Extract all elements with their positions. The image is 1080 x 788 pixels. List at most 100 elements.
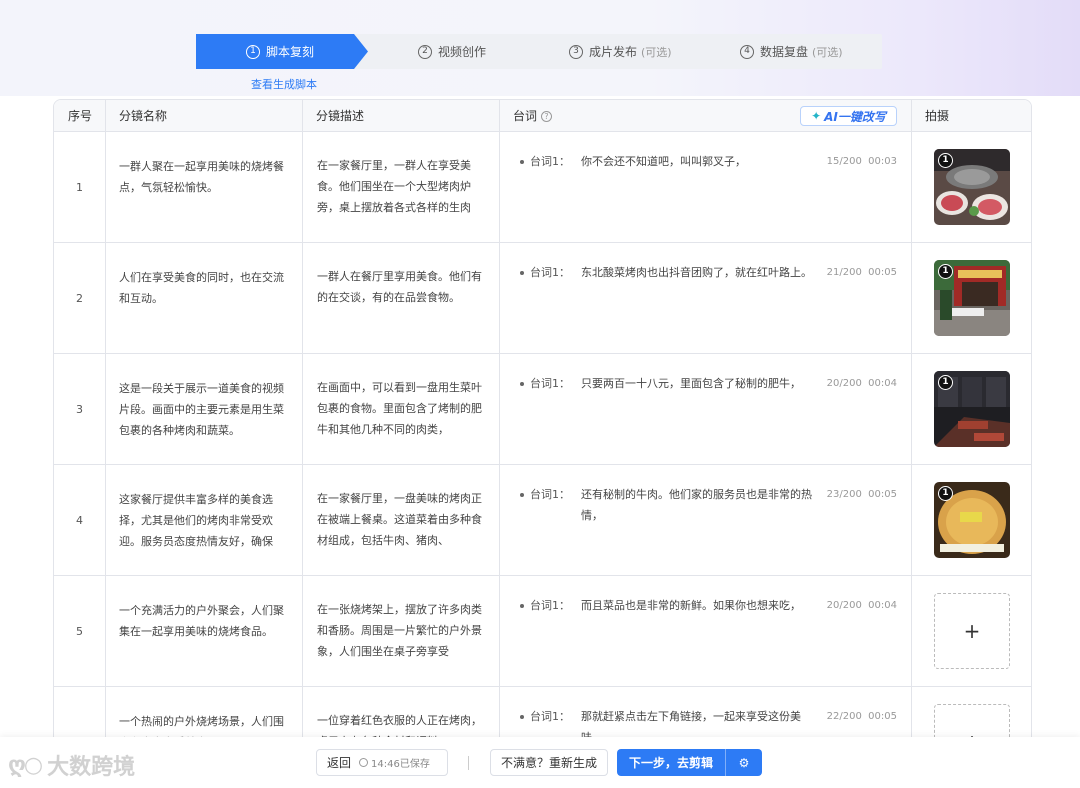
- shot-desc[interactable]: 在一张烧烤架上，摆放了许多肉类和香肠。周围是一片繁忙的户外景象，人们围坐在桌子旁…: [303, 576, 500, 686]
- line-text[interactable]: 而且菜品也是非常的新鲜。如果你也想来吃，: [581, 595, 821, 616]
- step-label: 数据复盘: [760, 45, 809, 59]
- line-cell[interactable]: 台词1： 你不会还不知道吧，叫叫郭叉子， 15/200 00:03: [500, 132, 912, 242]
- line-meta: 21/200 00:05: [827, 262, 897, 283]
- line-label: 台词1：: [530, 377, 570, 390]
- shot-thumbnail[interactable]: 1: [934, 149, 1010, 225]
- line-text[interactable]: 只要两百一十八元，里面包含了秘制的肥牛，: [581, 373, 821, 394]
- header-shot-name: 分镜名称: [106, 100, 303, 132]
- line-text[interactable]: 还有秘制的牛肉。他们家的服务员也是非常的热情，: [581, 484, 821, 526]
- line-label: 台词1：: [530, 710, 570, 723]
- line-cell[interactable]: 台词1： 还有秘制的牛肉。他们家的服务员也是非常的热情， 23/200 00:0…: [500, 465, 912, 575]
- shot-desc-text: 一群人在餐厅里享用美食。他们有的在交谈，有的在品尝食物。: [317, 270, 482, 304]
- line-label: 台词1：: [530, 488, 570, 501]
- step-optional: (可选): [641, 45, 672, 59]
- shot-thumbnail[interactable]: 1: [934, 260, 1010, 336]
- shot-desc[interactable]: 在一家餐厅里，一群人在享受美食。他们围坐在一个大型烤肉炉旁，桌上摆放着各式各样的…: [303, 132, 500, 242]
- step-publish[interactable]: 3 成片发布 (可选): [569, 34, 672, 69]
- bullet-dot: [520, 271, 524, 275]
- step-number: 3: [569, 44, 583, 59]
- step-video-create[interactable]: 2 视频创作: [418, 34, 486, 69]
- line-meta: 22/200 00:05: [827, 706, 897, 727]
- shot-desc[interactable]: 在画面中，可以看到一盘用生菜叶包裹的食物。里面包含了烤制的肥牛和其他几种不同的肉…: [303, 354, 500, 464]
- back-button[interactable]: 返回 14:46已保存: [316, 749, 448, 776]
- step-number: 4: [740, 44, 754, 59]
- shot-name[interactable]: 人们在享受美食的同时，也在交流和互动。: [106, 243, 303, 353]
- shoot-cell: +: [912, 576, 1031, 686]
- line-label: 台词1：: [530, 155, 570, 168]
- thumb-badge: 1: [938, 153, 953, 168]
- step-script-copy[interactable]: 1 脚本复刻: [196, 34, 368, 69]
- ai-rewrite-button[interactable]: ✦ AI一键改写: [800, 106, 897, 126]
- thumb-badge: 1: [938, 375, 953, 390]
- line-item: 台词1： 你不会还不知道吧，叫叫郭叉子， 15/200 00:03: [500, 151, 911, 172]
- regenerate-button[interactable]: 不满意？重新生成: [490, 749, 608, 776]
- shoot-cell: 1: [912, 465, 1031, 575]
- header-shoot: 拍摄: [925, 109, 950, 123]
- watermark: ღ○ 大数跨境: [8, 749, 135, 781]
- table-header: 序号 分镜名称 分镜描述 台词? ✦ AI一键改写 拍摄: [54, 100, 1031, 132]
- shot-name[interactable]: 这家餐厅提供丰富多样的美食选择，尤其是他们的烤肉非常受欢迎。服务员态度热情友好，…: [106, 465, 303, 575]
- row-index: 2: [54, 243, 106, 353]
- bullet-dot: [520, 382, 524, 386]
- plus-icon: +: [963, 618, 981, 643]
- step-label: 脚本复刻: [266, 45, 315, 59]
- bullet-dot: [520, 604, 524, 608]
- table-row: 5 一个充满活力的户外聚会，人们聚集在一起享用美味的烧烤食品。 在一张烧烤架上，…: [54, 576, 1031, 687]
- duration: 00:05: [868, 711, 897, 722]
- line-cell[interactable]: 台词1： 而且菜品也是非常的新鲜。如果你也想来吃， 20/200 00:04: [500, 576, 912, 686]
- step-number: 2: [418, 44, 432, 59]
- header-index: 序号: [54, 100, 106, 132]
- help-icon[interactable]: ?: [541, 111, 553, 122]
- line-label: 台词1：: [530, 599, 570, 612]
- line-item: 台词1： 还有秘制的牛肉。他们家的服务员也是非常的热情， 23/200 00:0…: [500, 484, 911, 526]
- shot-desc[interactable]: 在一家餐厅里，一盘美味的烤肉正在被端上餐桌。这道菜着由多种食材组成，包括牛肉、猪…: [303, 465, 500, 575]
- row-index: 5: [54, 576, 106, 686]
- shot-desc[interactable]: 一群人在餐厅里享用美食。他们有的在交谈，有的在品尝食物。: [303, 243, 500, 353]
- add-shot-button[interactable]: +: [934, 593, 1010, 669]
- divider: [468, 756, 469, 770]
- duration: 00:03: [868, 156, 897, 167]
- back-label: 返回: [327, 756, 352, 770]
- step-data-review[interactable]: 4 数据复盘 (可选): [740, 34, 843, 69]
- table-row: 4 这家餐厅提供丰富多样的美食选择，尤其是他们的烤肉非常受欢迎。服务员态度热情友…: [54, 465, 1031, 576]
- save-status: 14:46已保存: [359, 755, 430, 770]
- shot-name[interactable]: 这是一段关于展示一道美食的视频片段。画面中的主要元素是用生菜包裹的各种烤肉和蔬菜…: [106, 354, 303, 464]
- duration: 00:05: [868, 489, 897, 500]
- table-row: 3 这是一段关于展示一道美食的视频片段。画面中的主要元素是用生菜包裹的各种烤肉和…: [54, 354, 1031, 465]
- shot-desc-text: 在一家餐厅里，一群人在享受美食。他们围坐在一个大型烤肉炉旁，桌上摆放着各式各样的…: [317, 159, 471, 214]
- view-script-link[interactable]: 查看生成脚本: [251, 76, 317, 92]
- shot-name-text: 一个充满活力的户外聚会，人们聚集在一起享用美味的烧烤食品。: [119, 604, 284, 638]
- shot-thumbnail[interactable]: 1: [934, 371, 1010, 447]
- clock-icon: [359, 758, 369, 767]
- shot-thumbnail[interactable]: 1: [934, 482, 1010, 558]
- step-number: 1: [246, 44, 260, 59]
- shot-name[interactable]: 一个充满活力的户外聚会，人们聚集在一起享用美味的烧烤食品。: [106, 576, 303, 686]
- saved-text: 14:46已保存: [371, 759, 430, 770]
- line-label: 台词1：: [530, 266, 570, 279]
- row-index: 4: [54, 465, 106, 575]
- shot-name[interactable]: 一群人聚在一起享用美味的烧烤餐点，气氛轻松愉快。: [106, 132, 303, 242]
- char-count: 20/200: [826, 600, 862, 611]
- duration: 00:04: [868, 600, 897, 611]
- bullet-dot: [520, 493, 524, 497]
- shot-name-text: 人们在享受美食的同时，也在交流和互动。: [119, 271, 284, 305]
- ai-sparkle-icon: ✦: [811, 109, 822, 123]
- line-meta: 15/200 00:03: [827, 151, 897, 172]
- line-item: 台词1： 东北酸菜烤肉也出抖音团购了，就在红叶路上。 21/200 00:05: [500, 262, 911, 283]
- line-text[interactable]: 东北酸菜烤肉也出抖音团购了，就在红叶路上。: [581, 262, 821, 283]
- char-count: 15/200: [826, 156, 862, 167]
- gear-icon[interactable]: ⚙: [726, 756, 762, 770]
- line-meta: 20/200 00:04: [827, 595, 897, 616]
- shot-desc-text: 在画面中，可以看到一盘用生菜叶包裹的食物。里面包含了烤制的肥牛和其他几种不同的肉…: [317, 381, 482, 436]
- line-text[interactable]: 你不会还不知道吧，叫叫郭叉子，: [581, 151, 821, 172]
- shot-name-text: 一群人聚在一起享用美味的烧烤餐点，气氛轻松愉快。: [119, 160, 284, 194]
- watermark-logo-icon: ღ○: [8, 752, 43, 778]
- line-cell[interactable]: 台词1： 只要两百一十八元，里面包含了秘制的肥牛， 20/200 00:04: [500, 354, 912, 464]
- line-cell[interactable]: 台词1： 东北酸菜烤肉也出抖音团购了，就在红叶路上。 21/200 00:05: [500, 243, 912, 353]
- line-item: 台词1： 只要两百一十八元，里面包含了秘制的肥牛， 20/200 00:04: [500, 373, 911, 394]
- next-step-button[interactable]: 下一步，去剪辑: [617, 754, 725, 771]
- script-table: 序号 分镜名称 分镜描述 台词? ✦ AI一键改写 拍摄 1 一群人聚在一起享用…: [53, 99, 1032, 788]
- shoot-cell: 1: [912, 132, 1031, 242]
- shot-name-text: 这是一段关于展示一道美食的视频片段。画面中的主要元素是用生菜包裹的各种烤肉和蔬菜…: [119, 382, 284, 437]
- ai-rewrite-label: AI一键改写: [824, 109, 886, 124]
